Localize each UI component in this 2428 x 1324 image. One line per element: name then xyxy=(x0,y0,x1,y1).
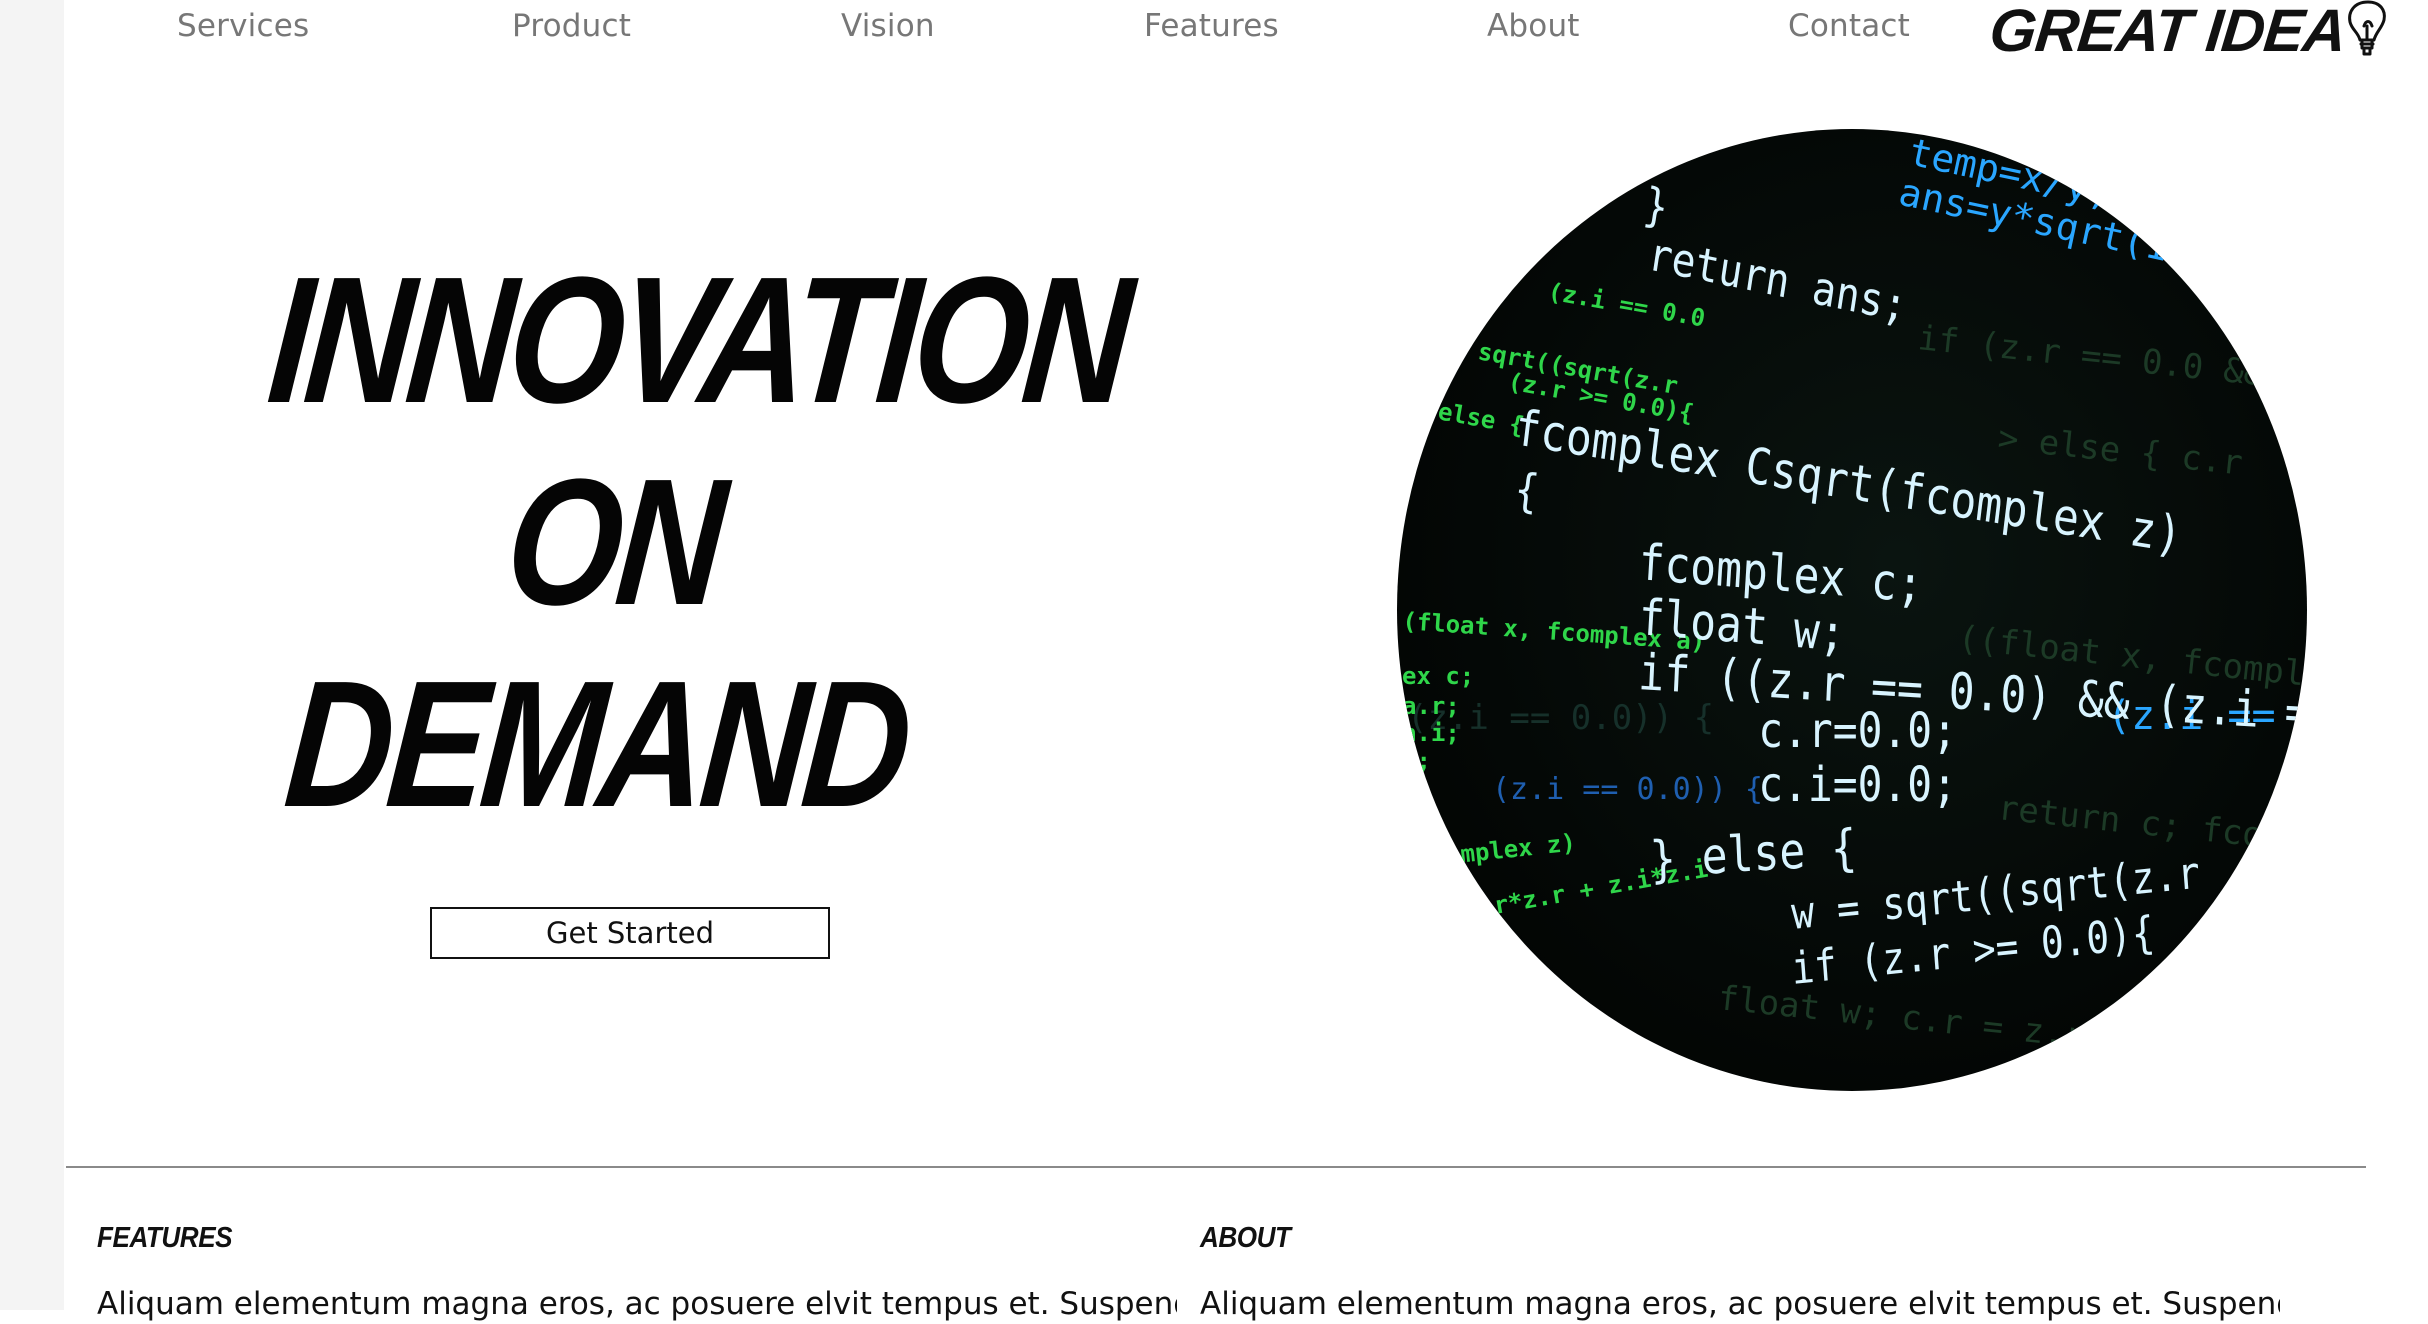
get-started-button[interactable]: Get Started xyxy=(430,907,830,959)
nav-link-features[interactable]: Features xyxy=(1144,8,1279,44)
svg-text:} else {: } else { xyxy=(1649,818,1858,888)
brand-logo[interactable]: GREAT IDEA xyxy=(1986,0,2396,64)
hero-code-image: if (z.r == 0.0 && z.i > else { c.r ((flo… xyxy=(1397,129,2307,1091)
svg-text:float w; c.r = z.r: float w; c.r = z.r xyxy=(1716,978,2087,1056)
nav-link-product[interactable]: Product xyxy=(512,8,631,44)
nav-link-about[interactable]: About xyxy=(1487,8,1580,44)
hero-headline-line-2: ON xyxy=(499,442,729,643)
features-text: Aliquam elementum magna eros, ac posuere… xyxy=(97,1286,1177,1322)
lightbulb-icon xyxy=(2347,0,2386,56)
svg-text:ans=y*sqrt(1.0+temp*temp: ans=y*sqrt(1.0+temp*temp xyxy=(1895,170,2307,327)
svg-text:ex c;: ex c; xyxy=(1402,662,1474,690)
svg-text:> else { c.r: > else { c.r xyxy=(1996,418,2244,483)
svg-text:a.i;: a.i; xyxy=(1402,719,1460,747)
nav-link-services[interactable]: Services xyxy=(177,8,309,44)
about-heading: ABOUT xyxy=(1200,1222,1291,1254)
svg-text:else {: else { xyxy=(1436,397,1526,440)
svg-text:if (z.r == 0.0 && z.i: if (z.r == 0.0 && z.i xyxy=(1916,318,2307,403)
hero-headline-line-1: INNOVATION xyxy=(261,240,1135,441)
svg-text:{: { xyxy=(1512,463,1542,520)
svg-text:}: } xyxy=(1640,178,1671,236)
page-left-gutter xyxy=(0,0,64,1310)
features-heading: FEATURES xyxy=(97,1222,233,1254)
svg-text:omplex z): omplex z) xyxy=(1445,829,1577,870)
svg-text:c;: c; xyxy=(1402,747,1431,775)
section-divider xyxy=(66,1166,2366,1168)
nav-link-vision[interactable]: Vision xyxy=(841,8,935,44)
svg-text:fcomplex Csqrt(fcomplex z): fcomplex Csqrt(fcomplex z) xyxy=(1512,398,2185,564)
brand-logo-text: GREAT IDEA xyxy=(1986,0,2350,64)
svg-text:c.r=0.0;: c.r=0.0; xyxy=(1758,702,1957,759)
svg-text:a.r;: a.r; xyxy=(1402,692,1460,720)
about-text: Aliquam elementum magna eros, ac posuere… xyxy=(1200,1286,2280,1322)
nav-link-contact[interactable]: Contact xyxy=(1788,8,1910,44)
svg-text:c.i=0.0;: c.i=0.0; xyxy=(1758,756,1957,813)
svg-text:(z.i == 0.0)) {: (z.i == 0.0)) { xyxy=(1492,772,1763,807)
code-image-graphic: if (z.r == 0.0 && z.i > else { c.r ((flo… xyxy=(1402,130,2307,1057)
hero-headline: INNOVATION ON DEMAND xyxy=(227,240,1135,846)
hero-headline-line-3: DEMAND xyxy=(278,644,915,845)
